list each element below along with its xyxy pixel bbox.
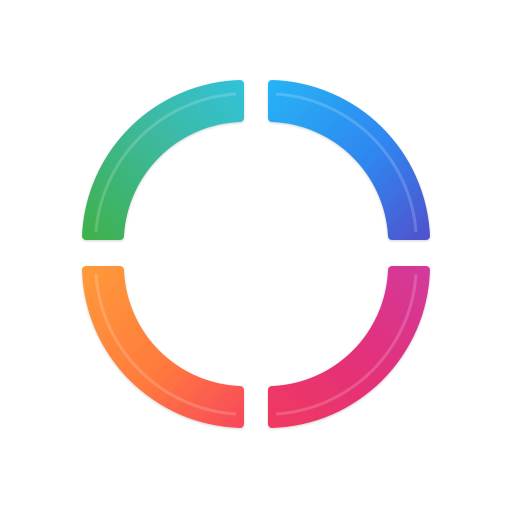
segment-top-right xyxy=(268,80,430,240)
segment-bottom-left xyxy=(82,266,244,428)
app-icon-canvas xyxy=(0,0,512,512)
ring-logo-icon xyxy=(82,80,430,428)
segment-top-left xyxy=(82,80,244,240)
segment-bottom-right xyxy=(268,266,430,428)
